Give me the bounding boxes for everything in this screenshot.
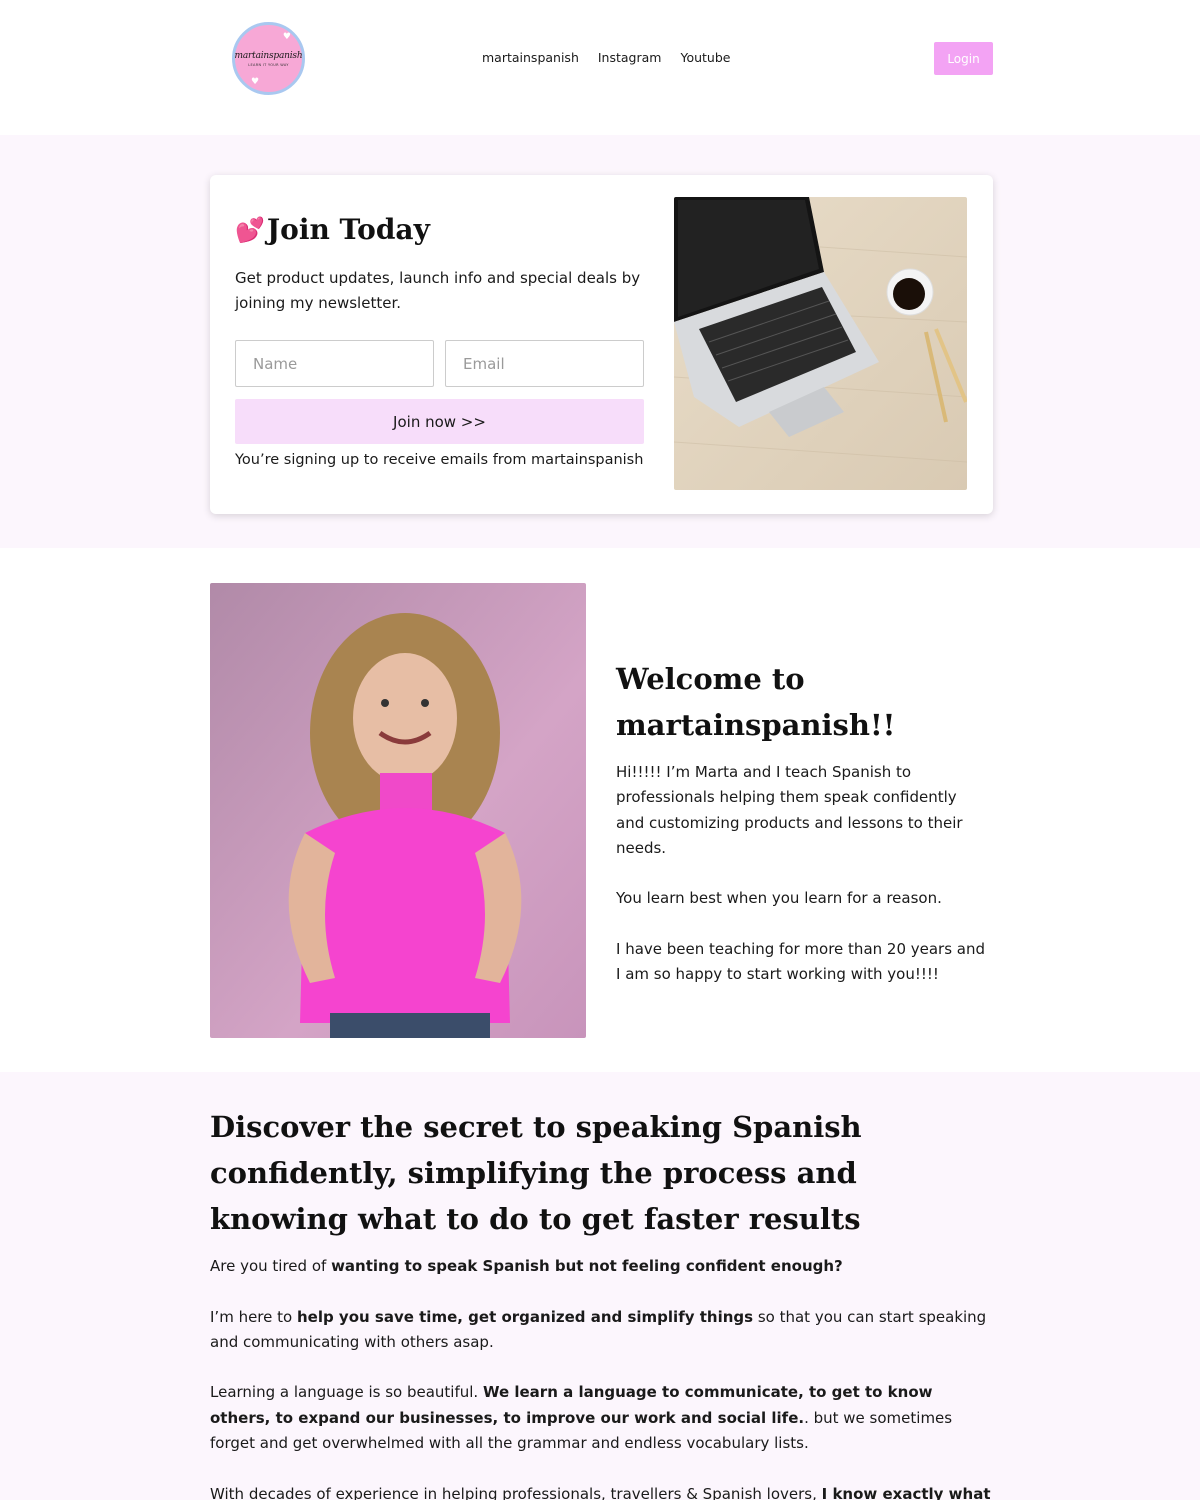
name-input[interactable] [235, 340, 434, 387]
email-input[interactable] [445, 340, 644, 387]
newsletter-title: 💕 Join Today [235, 213, 430, 246]
discover-paragraph: I’m here to help you save time, get orga… [210, 1305, 994, 1356]
text: Learning a language is so beautiful. [210, 1383, 483, 1402]
newsletter-card: 💕 Join Today Get product updates, launch… [210, 175, 993, 514]
join-now-button[interactable]: Join now >> [235, 399, 644, 444]
welcome-title: Welcome to martainspanish!! [616, 662, 896, 742]
welcome-section: Welcome to martainspanish!! Hi!!!!! I’m … [0, 548, 1200, 1072]
newsletter-description: Get product updates, launch info and spe… [235, 269, 641, 312]
marta-portrait-photo [210, 583, 586, 1038]
login-button[interactable]: Login [934, 42, 993, 75]
nav-link-youtube[interactable]: Youtube [680, 50, 730, 65]
text: Are you tired of [210, 1257, 332, 1275]
newsletter-section: 💕 Join Today Get product updates, launch… [0, 135, 1200, 548]
bold-text: help you save time, get organized and si… [296, 1307, 754, 1326]
welcome-paragraph: I have been teaching for more than 20 ye… [616, 940, 986, 984]
discover-section: Discover the secret to speaking Spanish … [0, 1072, 1200, 1500]
newsletter-title-text: Join Today [266, 213, 430, 246]
discover-paragraph: Are you tired of wanting to speak Spanis… [210, 1254, 994, 1279]
nav-link-martainspanish[interactable]: martainspanish [482, 50, 579, 65]
site-header: ♥ martainspanish LEARN IT YOUR WAY ♥ mar… [0, 0, 1200, 135]
signup-disclaimer: You’re signing up to receive emails from… [235, 452, 644, 468]
main-nav: martainspanish Instagram Youtube [482, 50, 730, 65]
welcome-body: Hi!!!!! I’m Marta and I teach Spanish to… [616, 760, 988, 1013]
heart-icon: ♥ [282, 32, 291, 42]
discover-title: Discover the secret to speaking Spanish … [210, 1110, 862, 1236]
welcome-paragraph: You learn best when you learn for a reas… [616, 889, 942, 908]
heart-icon: ♥ [251, 77, 260, 87]
logo-tagline: LEARN IT YOUR WAY [248, 62, 289, 67]
text: I’m here to [210, 1307, 297, 1326]
welcome-paragraph: Hi!!!!! I’m Marta and I teach Spanish to… [616, 763, 963, 857]
discover-paragraph: With decades of experience in helping pr… [210, 1482, 994, 1500]
bold-text: wanting to speak Spanish but not feeling… [331, 1257, 843, 1275]
text: With decades of experience in helping pr… [210, 1484, 822, 1500]
nav-link-instagram[interactable]: Instagram [598, 50, 662, 65]
two-hearts-icon: 💕 [235, 215, 265, 244]
site-logo[interactable]: ♥ martainspanish LEARN IT YOUR WAY ♥ [232, 22, 305, 95]
discover-paragraph: Learning a language is so beautiful. We … [210, 1380, 994, 1456]
discover-body: Are you tired of wanting to speak Spanis… [210, 1254, 994, 1500]
logo-text: martainspanish [234, 50, 303, 61]
laptop-photo [674, 197, 967, 490]
